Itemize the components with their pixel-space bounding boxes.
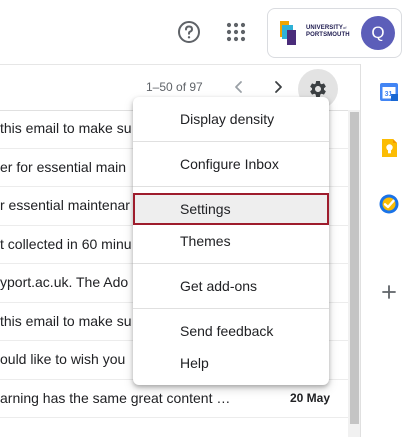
menu-item-help[interactable]: Help — [133, 347, 329, 379]
keep-button[interactable] — [379, 138, 399, 158]
menu-divider — [133, 263, 329, 264]
menu-item-themes[interactable]: Themes — [133, 225, 329, 257]
apps-button[interactable] — [224, 20, 248, 44]
avatar[interactable]: Q — [361, 16, 395, 50]
newer-button[interactable] — [229, 76, 249, 98]
keep-icon — [382, 139, 397, 157]
scrollbar-thumb[interactable] — [350, 112, 359, 424]
account-switcher[interactable]: UNIVERSITYof PORTSMOUTH Q — [267, 8, 402, 58]
menu-divider — [133, 141, 329, 142]
tasks-icon — [379, 194, 399, 214]
email-row[interactable]: arning has the same great content … 20 Ma… — [0, 380, 348, 418]
email-snippet: arning has the same great content … — [0, 389, 231, 406]
help-button[interactable] — [176, 19, 202, 45]
add-icon — [382, 285, 396, 299]
svg-text:31: 31 — [385, 91, 393, 98]
chevron-left-icon — [235, 81, 242, 93]
email-date: 20 May — [289, 390, 330, 405]
menu-divider — [133, 186, 329, 187]
pagination-count: 1–50 of 97 — [146, 80, 203, 94]
university-name: UNIVERSITYof PORTSMOUTH — [306, 25, 350, 38]
tasks-button[interactable] — [379, 194, 399, 214]
calendar-icon: 31 — [380, 83, 398, 101]
menu-item-get-addons[interactable]: Get add-ons — [133, 270, 329, 302]
settings-menu: Display density Configure Inbox Settings… — [133, 97, 329, 385]
menu-item-display-density[interactable]: Display density — [133, 103, 329, 135]
older-button[interactable] — [268, 76, 288, 98]
apps-grid-icon — [226, 22, 246, 42]
chevron-right-icon — [275, 81, 282, 93]
calendar-button[interactable]: 31 — [379, 82, 399, 102]
menu-item-send-feedback[interactable]: Send feedback — [133, 315, 329, 347]
menu-divider — [133, 308, 329, 309]
get-addons-side-button[interactable] — [379, 282, 399, 302]
gear-icon — [310, 81, 326, 97]
help-circle-icon — [178, 21, 200, 43]
top-header: UNIVERSITYof PORTSMOUTH Q — [0, 0, 417, 65]
menu-item-settings[interactable]: Settings — [133, 193, 329, 225]
university-logo — [280, 21, 296, 45]
menu-item-configure-inbox[interactable]: Configure Inbox — [133, 148, 329, 180]
side-panel: 31 — [361, 64, 417, 437]
